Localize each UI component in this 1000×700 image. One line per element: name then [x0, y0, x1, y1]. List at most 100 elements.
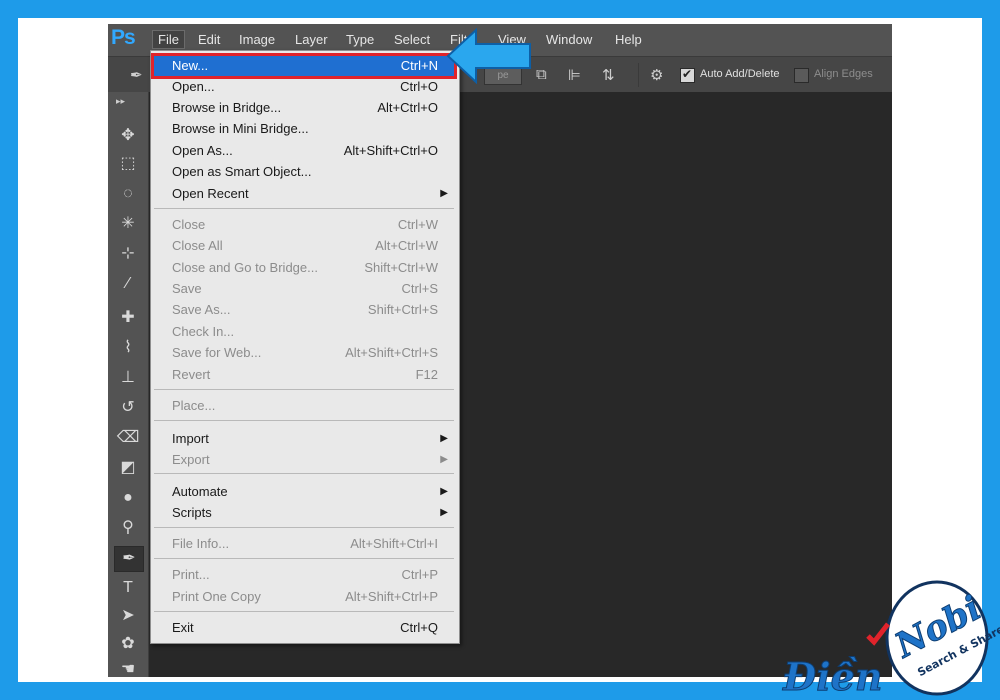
- healing-brush-tool-icon[interactable]: ✚: [114, 306, 142, 330]
- menu-item-place-label: Place...: [172, 398, 216, 413]
- menu-item-open[interactable]: Open... Ctrl+O: [154, 77, 454, 97]
- dodge-tool-icon[interactable]: ⚲: [114, 516, 142, 540]
- menu-separator: [154, 527, 454, 528]
- pen-tool-icon[interactable]: ✒: [114, 546, 144, 572]
- menu-item-browse-bridge-label: Browse in Bridge...: [172, 100, 282, 115]
- menu-item-save-for-web[interactable]: Save for Web... Alt+Shift+Ctrl+S: [154, 343, 454, 363]
- ps-logo: Ps: [111, 26, 136, 49]
- tools-panel: ▸▸ ✥ ⬚ ◌ ✳ ⊹ ⁄ ✚ ⌇ ⊥ ↺ ⌫ ◩ ● ⚲ ✒ T ➤ ✿ ☚: [108, 92, 149, 677]
- menu-separator: [154, 208, 454, 209]
- menu-item-import[interactable]: Import ▶: [154, 429, 454, 449]
- custom-shape-tool-icon[interactable]: ✿: [114, 632, 142, 656]
- submenu-arrow-icon: ▶: [440, 433, 448, 444]
- menu-type[interactable]: Type: [346, 32, 374, 47]
- menu-item-file-info[interactable]: File Info... Alt+Shift+Ctrl+I: [154, 534, 454, 554]
- menu-layer[interactable]: Layer: [295, 32, 328, 47]
- menu-item-revert-label: Revert: [172, 367, 211, 382]
- blur-tool-icon[interactable]: ●: [114, 486, 142, 510]
- menu-item-save-as-shortcut: Shift+Ctrl+S: [367, 302, 438, 317]
- menu-item-save[interactable]: Save Ctrl+S: [154, 279, 454, 299]
- move-tool-icon[interactable]: ✥: [114, 124, 142, 148]
- history-brush-tool-icon[interactable]: ↺: [114, 396, 142, 420]
- menu-item-save-as[interactable]: Save As... Shift+Ctrl+S: [154, 300, 454, 320]
- auto-add-delete-checkbox[interactable]: [680, 67, 695, 83]
- menu-item-check-in[interactable]: Check In...: [154, 322, 454, 342]
- menu-item-open-as[interactable]: Open As... Alt+Shift+Ctrl+O: [154, 141, 454, 161]
- menu-separator: [154, 473, 454, 474]
- menu-item-close-go-bridge[interactable]: Close and Go to Bridge... Shift+Ctrl+W: [154, 258, 454, 278]
- clone-stamp-tool-icon[interactable]: ⊥: [114, 366, 142, 390]
- menu-item-save-label: Save: [172, 281, 202, 296]
- menu-item-open-shortcut: Ctrl+O: [400, 79, 438, 94]
- type-tool-icon[interactable]: T: [114, 576, 142, 600]
- crop-tool-icon[interactable]: ⊹: [114, 242, 142, 266]
- pointer-arrow-icon: [446, 28, 531, 84]
- menu-item-open-smart-object[interactable]: Open as Smart Object...: [154, 162, 454, 182]
- menu-item-exit[interactable]: Exit Ctrl+Q: [154, 618, 454, 638]
- menu-image[interactable]: Image: [239, 32, 275, 47]
- path-arrangement-icon[interactable]: ⇅: [602, 66, 615, 84]
- submenu-arrow-icon: ▶: [440, 454, 448, 465]
- menu-window[interactable]: Window: [546, 32, 592, 47]
- magic-wand-tool-icon[interactable]: ✳: [114, 212, 142, 236]
- menu-item-export[interactable]: Export ▶: [154, 450, 454, 470]
- menu-item-close-go-bridge-label: Close and Go to Bridge...: [172, 260, 318, 275]
- menu-item-new-shortcut: Ctrl+N: [400, 58, 438, 73]
- menu-separator: [154, 389, 454, 390]
- menu-item-import-label: Import: [172, 431, 209, 446]
- menu-item-open-recent[interactable]: Open Recent ▶: [154, 184, 454, 204]
- menu-item-open-as-shortcut: Alt+Shift+Ctrl+O: [343, 143, 438, 158]
- menu-item-close-go-bridge-shortcut: Shift+Ctrl+W: [364, 260, 438, 275]
- menu-item-open-smart-object-label: Open as Smart Object...: [172, 164, 312, 179]
- menu-item-browse-bridge[interactable]: Browse in Bridge... Alt+Ctrl+O: [154, 98, 454, 118]
- menu-help[interactable]: Help: [615, 32, 642, 47]
- menu-edit[interactable]: Edit: [198, 32, 220, 47]
- options-divider: [638, 63, 639, 87]
- brush-tool-icon[interactable]: ⌇: [114, 336, 142, 360]
- menu-item-save-for-web-label: Save for Web...: [172, 345, 262, 360]
- pen-tool-preset-icon[interactable]: ✒: [130, 66, 143, 84]
- menu-item-check-in-label: Check In...: [172, 324, 235, 339]
- path-alignment-icon[interactable]: ⊫: [568, 66, 581, 84]
- menu-item-place[interactable]: Place...: [154, 396, 454, 416]
- menu-file[interactable]: File: [152, 30, 185, 49]
- menu-item-automate[interactable]: Automate ▶: [154, 482, 454, 502]
- menu-item-automate-label: Automate: [172, 484, 228, 499]
- marquee-tool-icon[interactable]: ⬚: [114, 152, 142, 176]
- menu-item-print-one-copy[interactable]: Print One Copy Alt+Shift+Ctrl+P: [154, 587, 454, 607]
- menu-item-revert-shortcut: F12: [415, 367, 438, 382]
- menu-item-print[interactable]: Print... Ctrl+P: [154, 565, 454, 585]
- menu-item-scripts[interactable]: Scripts ▶: [154, 503, 454, 523]
- menu-item-open-as-label: Open As...: [172, 143, 233, 158]
- menu-item-exit-shortcut: Ctrl+Q: [400, 620, 438, 635]
- menu-item-close-all[interactable]: Close All Alt+Ctrl+W: [154, 236, 454, 256]
- menu-item-save-as-label: Save As...: [172, 302, 231, 317]
- path-operations-icon[interactable]: ⧉: [536, 66, 547, 83]
- menu-item-close-all-label: Close All: [172, 238, 223, 253]
- hand-tool-icon[interactable]: ☚: [114, 658, 142, 677]
- panel-grip-icon[interactable]: ▸▸: [116, 96, 125, 107]
- menu-separator: [154, 558, 454, 559]
- menu-item-save-shortcut: Ctrl+S: [401, 281, 438, 296]
- lasso-tool-icon[interactable]: ◌: [114, 182, 142, 206]
- menu-item-new-label: New...: [172, 58, 209, 73]
- eyedropper-tool-icon[interactable]: ⁄: [114, 272, 142, 296]
- menu-item-new[interactable]: New... Ctrl+N: [151, 53, 457, 79]
- menu-item-close[interactable]: Close Ctrl+W: [154, 215, 454, 235]
- menu-item-revert[interactable]: Revert F12: [154, 365, 454, 385]
- menu-item-close-all-shortcut: Alt+Ctrl+W: [375, 238, 438, 253]
- menu-select[interactable]: Select: [394, 32, 430, 47]
- menu-item-file-info-shortcut: Alt+Shift+Ctrl+I: [350, 536, 438, 551]
- gear-icon[interactable]: ⚙: [650, 66, 663, 84]
- menu-item-exit-label: Exit: [172, 620, 194, 635]
- menu-item-browse-mini-bridge[interactable]: Browse in Mini Bridge...: [154, 119, 454, 139]
- eraser-tool-icon[interactable]: ⌫: [114, 426, 142, 450]
- submenu-arrow-icon: ▶: [440, 188, 448, 199]
- path-selection-tool-icon[interactable]: ➤: [114, 604, 142, 628]
- paint-bucket-tool-icon[interactable]: ◩: [114, 456, 142, 480]
- menu-item-browse-bridge-shortcut: Alt+Ctrl+O: [377, 100, 438, 115]
- watermark-script-text: Điền: [782, 654, 882, 699]
- menu-item-open-recent-label: Open Recent: [172, 186, 249, 201]
- menu-item-print-one-copy-label: Print One Copy: [172, 589, 261, 604]
- align-edges-checkbox[interactable]: [794, 68, 809, 83]
